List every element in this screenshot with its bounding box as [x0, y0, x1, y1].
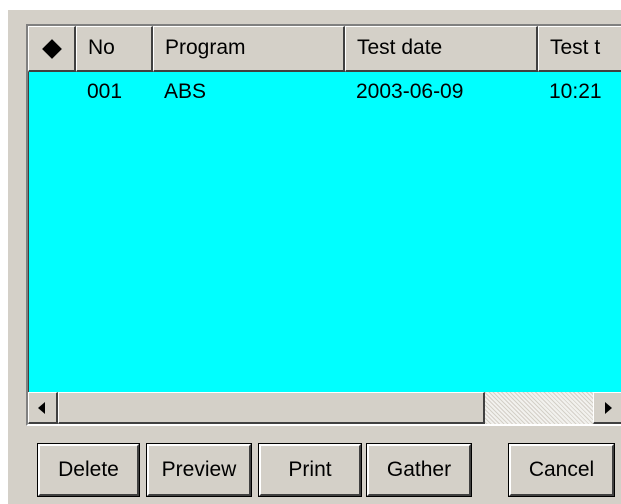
cell-test-time: 10:21: [549, 80, 602, 103]
test-results-grid[interactable]: No Program Test date Test t 001 ABS 2003…: [26, 24, 621, 426]
print-button[interactable]: Print: [259, 444, 361, 496]
column-header-test-time[interactable]: Test t: [538, 26, 621, 72]
column-header-program[interactable]: Program: [153, 26, 345, 72]
cancel-button[interactable]: Cancel: [509, 444, 614, 496]
preview-button[interactable]: Preview: [147, 444, 251, 496]
diamond-icon: [41, 38, 62, 59]
report-dialog: No Program Test date Test t 001 ABS 2003…: [8, 10, 621, 504]
cell-no: 001: [87, 80, 123, 103]
column-header-test-date[interactable]: Test date: [345, 26, 538, 72]
delete-button[interactable]: Delete: [38, 444, 139, 496]
cell-program: ABS: [164, 80, 207, 103]
arrow-left-icon: [38, 402, 45, 414]
scroll-right-button[interactable]: [593, 392, 621, 424]
row-selector[interactable]: [28, 72, 76, 112]
select-all-header[interactable]: [28, 26, 76, 72]
scroll-left-button[interactable]: [28, 392, 58, 424]
column-header-no[interactable]: No: [76, 26, 153, 72]
scrollbar-thumb[interactable]: [58, 392, 485, 424]
arrow-right-icon: [605, 402, 612, 414]
grid-header: No Program Test date Test t: [28, 26, 621, 72]
cell-test-date: 2003-06-09: [356, 80, 464, 103]
horizontal-scrollbar[interactable]: [28, 392, 621, 424]
table-row[interactable]: 001 ABS 2003-06-09 10:21: [28, 72, 621, 112]
gather-button[interactable]: Gather: [367, 444, 471, 496]
